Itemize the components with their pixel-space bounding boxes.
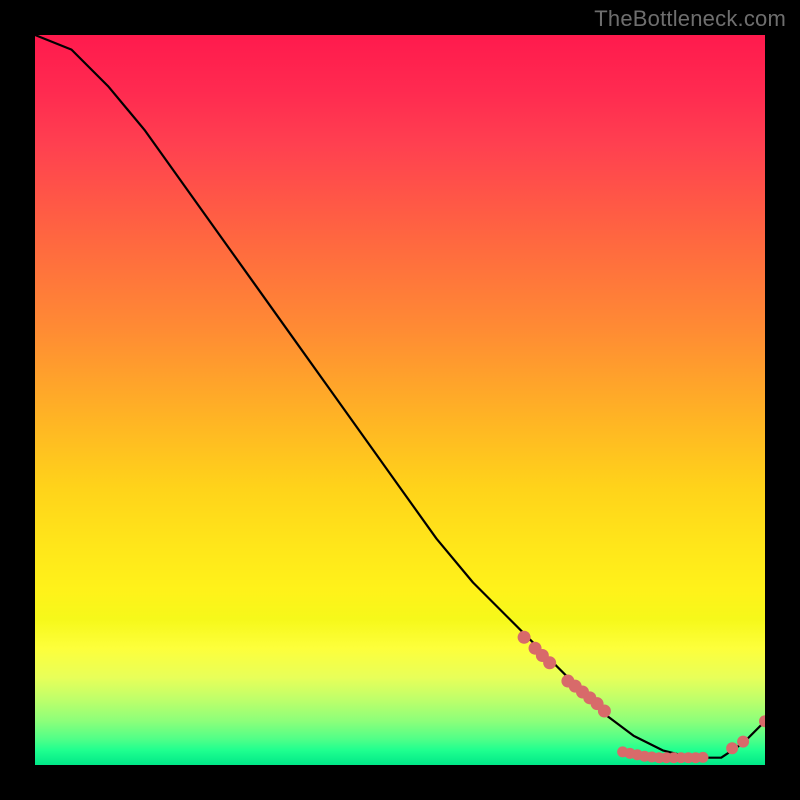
data-point <box>697 752 708 763</box>
chart-overlay <box>35 35 765 765</box>
plot-area <box>35 35 765 765</box>
bottleneck-curve <box>35 35 765 758</box>
watermark-text: TheBottleneck.com <box>594 6 786 32</box>
data-point <box>737 736 749 748</box>
chart-frame: TheBottleneck.com <box>0 0 800 800</box>
data-point <box>543 656 556 669</box>
data-point <box>598 704 611 717</box>
data-point <box>726 742 738 754</box>
data-markers <box>518 631 765 763</box>
data-point <box>518 631 531 644</box>
